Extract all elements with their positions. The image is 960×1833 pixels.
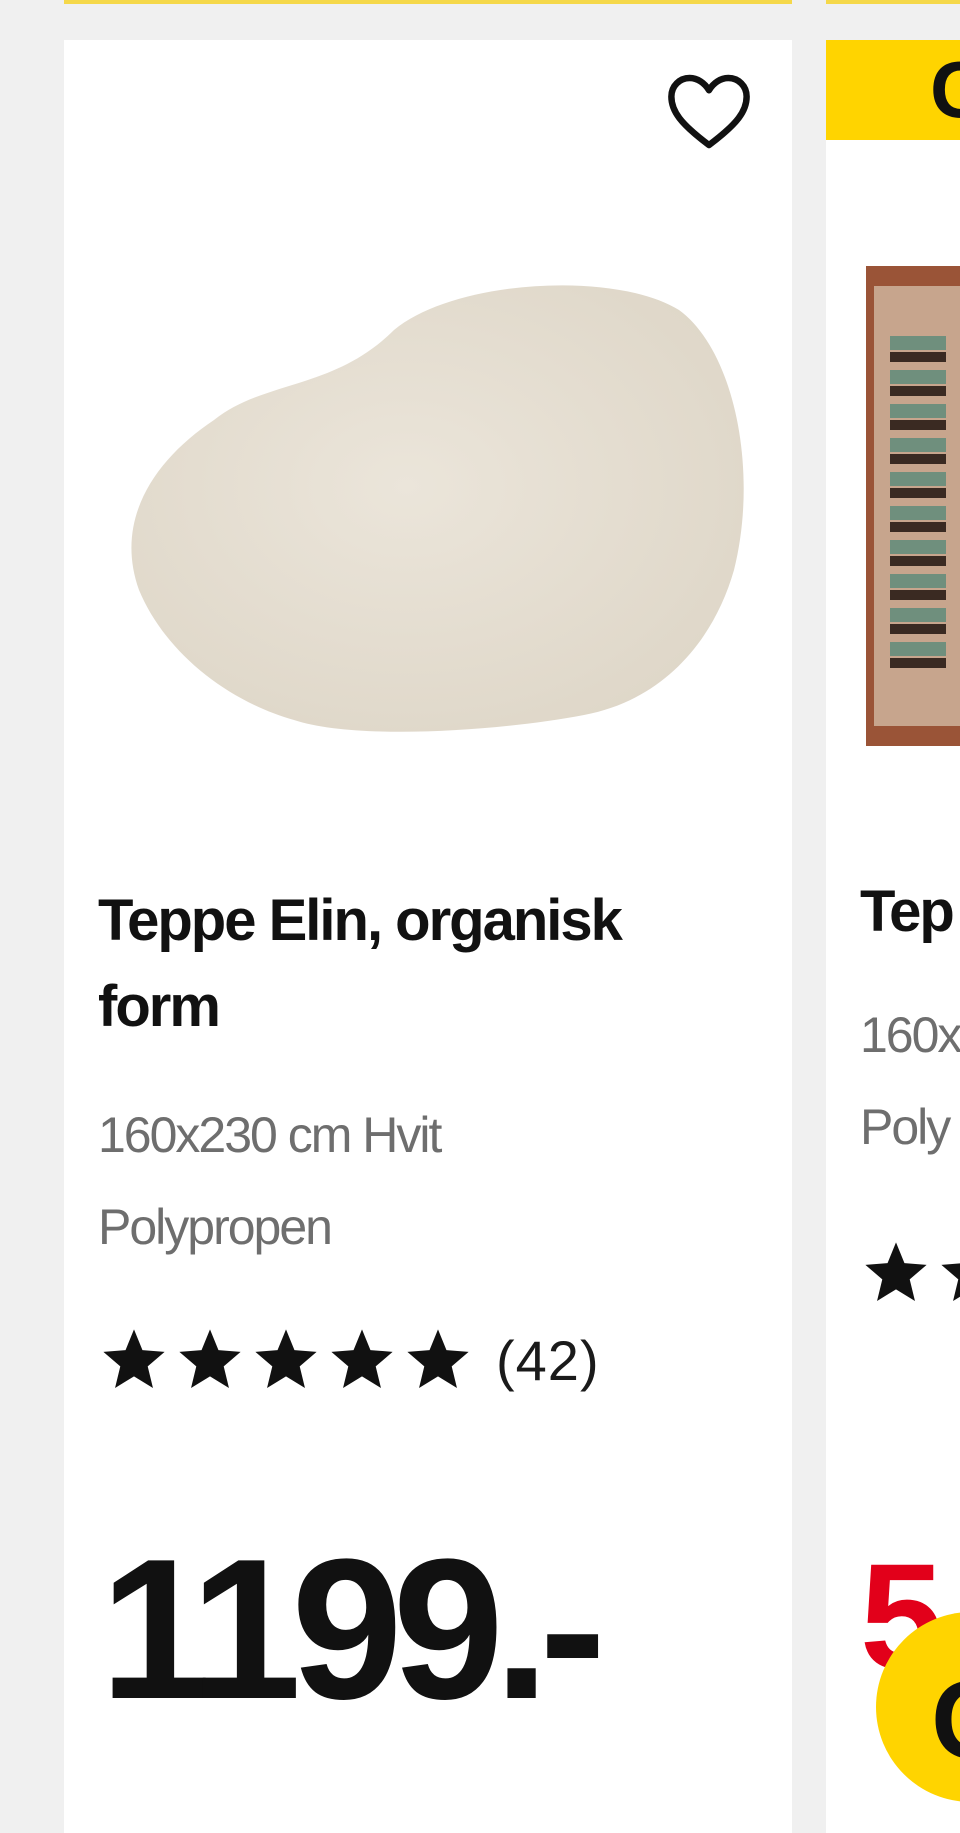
star-icon [255,1329,317,1388]
product-material-next: Poly [860,1099,951,1155]
star-icon [179,1329,241,1388]
rating-stars [98,1325,474,1395]
product-dimensions-next: 160x [860,1007,960,1063]
top-accent-bar [64,0,792,4]
promo-badge: C [826,40,960,140]
rating: (42) [98,1325,600,1395]
star-icon [941,1263,960,1301]
star-icon [407,1329,469,1388]
product-image[interactable] [94,270,754,780]
star-icon [103,1329,165,1388]
product-image-next[interactable] [866,266,960,746]
product-title[interactable]: Teppe Elin, organisk form [98,878,738,1050]
promo-badge-text: C [930,45,960,134]
heart-outline-icon [668,74,750,149]
rating-stars-next [860,1238,960,1308]
product-material: Polypropen [98,1199,333,1255]
product-card-next[interactable]: C Tep 160x Poly 5 [826,40,960,1833]
product-dimensions: 160x230 cm Hvit [98,1107,442,1163]
favorite-button[interactable] [662,64,756,158]
star-icon [331,1329,393,1388]
product-title-next[interactable]: Tep [860,878,955,945]
review-count[interactable]: (42) [496,1328,600,1393]
star-icon [865,1242,927,1301]
product-card[interactable]: Teppe Elin, organisk form 160x230 cm Hvi… [64,40,792,1833]
splash-text: C [931,1657,960,1784]
top-accent-bar-right [826,0,960,4]
product-price: 1199.- [100,1518,606,1741]
